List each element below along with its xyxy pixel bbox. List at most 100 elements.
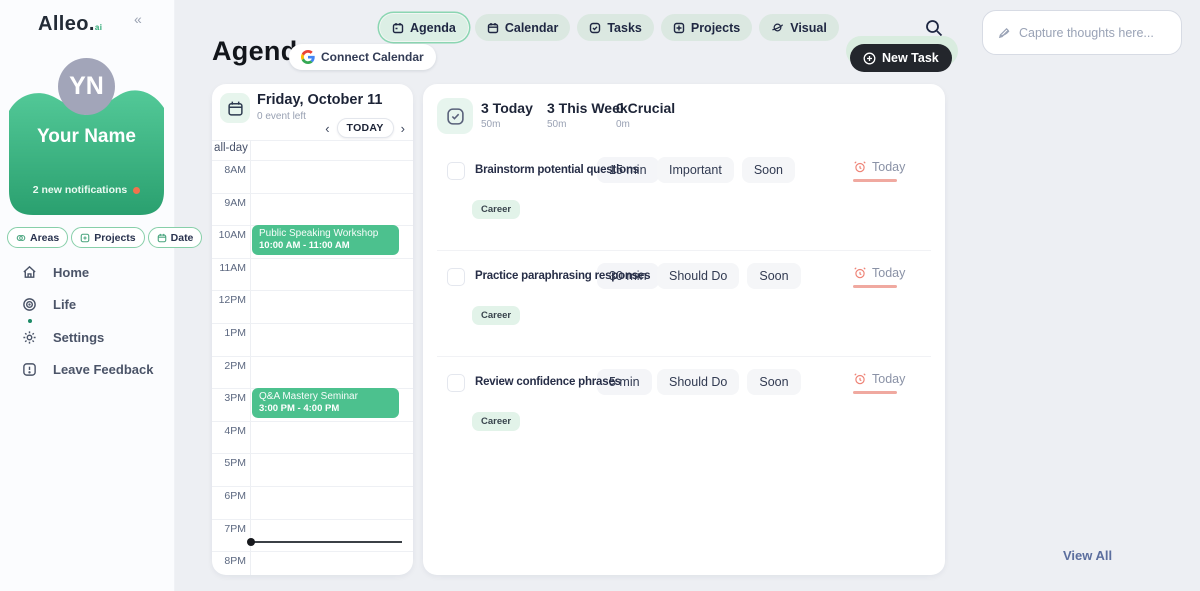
sidebar-item-life[interactable]: Life — [22, 297, 76, 312]
google-icon — [301, 50, 315, 64]
task-tag[interactable]: Career — [472, 200, 520, 219]
hour-row[interactable]: 1PM — [212, 323, 413, 356]
alarm-icon — [853, 266, 867, 280]
avatar[interactable]: YN — [58, 58, 115, 115]
tab-calendar[interactable]: Calendar — [475, 14, 571, 41]
filter-areas-button[interactable]: Areas — [7, 227, 68, 248]
filter-date-button[interactable]: Date — [148, 227, 203, 248]
task-tag[interactable]: Career — [472, 412, 520, 431]
task-title[interactable]: Practice paraphrasing responses — [475, 270, 650, 282]
hour-row[interactable]: 6PM — [212, 486, 413, 519]
sidebar: Alleo.ai « YN Your Name 2 new notificati… — [0, 0, 175, 591]
feedback-icon — [22, 362, 37, 377]
hour-label: 12PM — [212, 294, 246, 306]
agenda-icon — [392, 22, 404, 34]
today-button[interactable]: TODAY — [337, 118, 394, 138]
hour-label: 7PM — [212, 523, 246, 535]
areas-icon — [16, 233, 26, 243]
hour-label: 10AM — [212, 229, 246, 241]
calendar-event[interactable]: Public Speaking Workshop 10:00 AM - 11:0… — [252, 225, 399, 255]
calendar-icon — [487, 22, 499, 34]
hour-row[interactable]: 7PM — [212, 519, 413, 552]
task-title[interactable]: Review confidence phrases — [475, 376, 621, 388]
hour-row[interactable]: 2PM — [212, 356, 413, 389]
notifications-label: 2 new notifications — [33, 184, 128, 196]
urgency-badge[interactable]: Soon — [747, 263, 800, 289]
collapse-sidebar-icon[interactable]: « — [134, 11, 142, 27]
urgency-badge[interactable]: Soon — [747, 369, 800, 395]
due-underline — [853, 179, 897, 182]
event-time: 10:00 AM - 11:00 AM — [259, 240, 392, 251]
calendar-navigation: ‹ TODAY › — [323, 118, 407, 138]
sidebar-item-label: Life — [53, 297, 76, 312]
hour-row[interactable]: 8AM — [212, 160, 413, 193]
hour-row[interactable]: 5PM — [212, 453, 413, 486]
sidebar-item-leave-feedback[interactable]: Leave Feedback — [22, 362, 153, 377]
connect-calendar-button[interactable]: Connect Calendar — [289, 44, 436, 70]
home-icon — [22, 265, 37, 280]
tab-visual[interactable]: Visual — [759, 14, 839, 41]
due-marker[interactable]: Today — [853, 160, 905, 174]
urgency-badge[interactable]: Soon — [742, 157, 795, 183]
hour-label: 1PM — [212, 327, 246, 339]
priority-badge[interactable]: Should Do — [657, 369, 739, 395]
tab-label: Agenda — [410, 21, 456, 35]
logo-suffix: ai — [95, 23, 102, 32]
task-checkbox[interactable] — [447, 374, 465, 392]
tab-tasks[interactable]: Tasks — [577, 14, 654, 41]
capture-thoughts-box[interactable] — [982, 10, 1182, 55]
filter-projects-button[interactable]: Projects — [71, 227, 144, 248]
chevron-right-icon[interactable]: › — [399, 121, 407, 136]
tab-label: Visual — [790, 21, 827, 35]
sidebar-item-label: Home — [53, 265, 89, 280]
tab-label: Tasks — [607, 21, 642, 35]
task-title[interactable]: Brainstorm potential questions — [475, 164, 639, 176]
top-navigation: Agenda Calendar Tasks Projects Visual — [380, 14, 839, 41]
calendar-header-icon-box — [220, 93, 250, 123]
tab-projects[interactable]: Projects — [661, 14, 752, 41]
alarm-icon — [853, 372, 867, 386]
stat-duration: 0m — [616, 119, 675, 130]
calendar-events-left: 0 event left — [257, 111, 306, 122]
stat-label: 3 Today — [481, 100, 533, 116]
priority-badge[interactable]: Should Do — [657, 263, 739, 289]
task-checkbox[interactable] — [447, 268, 465, 286]
tab-label: Calendar — [505, 21, 559, 35]
app-logo: Alleo.ai — [38, 13, 102, 36]
hour-label: 3PM — [212, 392, 246, 404]
task-tag[interactable]: Career — [472, 306, 520, 325]
new-task-button[interactable]: New Task — [850, 44, 952, 72]
view-all-link[interactable]: View All — [1063, 548, 1112, 563]
hour-row[interactable]: 12PM — [212, 290, 413, 323]
hour-label: 4PM — [212, 425, 246, 437]
capture-thoughts-input[interactable] — [1019, 26, 1169, 40]
notifications-text[interactable]: 2 new notifications — [9, 184, 164, 196]
task-row: Brainstorm potential questions 15 min Im… — [423, 154, 945, 250]
row-divider — [437, 250, 931, 251]
badge-group: Should Do Soon — [657, 263, 801, 289]
due-underline — [853, 391, 897, 394]
sidebar-item-settings[interactable]: Settings — [22, 330, 104, 345]
logo-text: Alleo. — [38, 13, 95, 35]
hour-row[interactable]: 11AM — [212, 258, 413, 291]
hour-row[interactable]: 4PM — [212, 421, 413, 454]
chevron-left-icon[interactable]: ‹ — [323, 121, 331, 136]
filter-label: Areas — [30, 232, 59, 244]
search-icon[interactable] — [924, 18, 944, 38]
calendar-event[interactable]: Q&A Mastery Seminar 3:00 PM - 4:00 PM — [252, 388, 399, 418]
due-marker[interactable]: Today — [853, 372, 905, 386]
hour-row[interactable]: 9AM — [212, 193, 413, 226]
priority-badge[interactable]: Important — [657, 157, 734, 183]
app-root: Alleo.ai « YN Your Name 2 new notificati… — [0, 0, 1200, 591]
task-checkbox[interactable] — [447, 162, 465, 180]
hour-label: 6PM — [212, 490, 246, 502]
notification-dot — [133, 187, 140, 194]
stat-label: 0 Crucial — [616, 100, 675, 116]
connect-calendar-label: Connect Calendar — [321, 50, 424, 64]
new-task-label: New Task — [882, 51, 939, 65]
tab-agenda[interactable]: Agenda — [380, 14, 468, 41]
hour-row[interactable]: 8PM — [212, 551, 413, 575]
due-marker[interactable]: Today — [853, 266, 905, 280]
grid-line — [212, 140, 413, 141]
sidebar-item-home[interactable]: Home — [22, 265, 89, 280]
